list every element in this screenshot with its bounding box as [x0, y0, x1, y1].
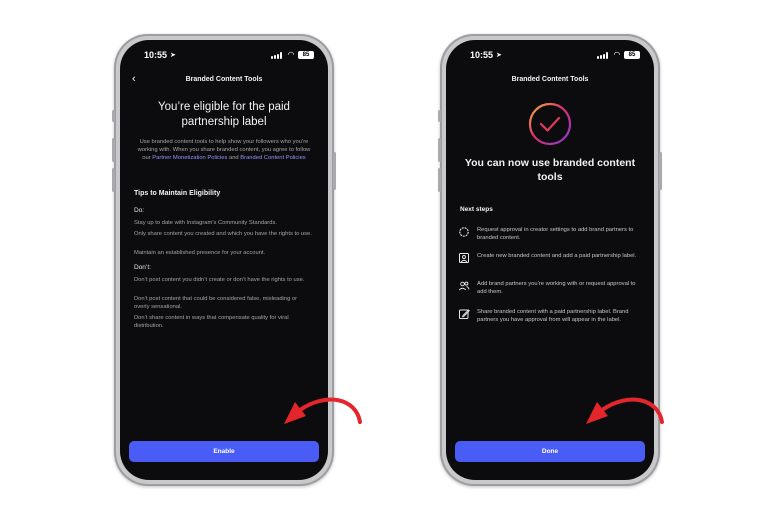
wifi-icon: ◠ [287, 50, 294, 59]
success-check-icon [528, 102, 572, 146]
dont-item: Don’t post content you didn’t create or … [134, 277, 305, 283]
status-bar: 10:55 ➤ ◠ 85 [120, 50, 328, 64]
people-icon [458, 281, 470, 291]
do-item: Stay up to date with Instagram’s Communi… [134, 220, 277, 226]
done-button[interactable]: Done [455, 441, 645, 462]
enable-button[interactable]: Enable [129, 441, 319, 462]
cellular-signal-icon [597, 52, 608, 59]
nav-title: Branded Content Tools [185, 76, 263, 83]
do-item: Maintain an established presence for you… [134, 250, 266, 256]
cellular-signal-icon [271, 52, 282, 59]
badge-icon [459, 227, 469, 237]
do-label: Do: [134, 207, 145, 214]
clock: 10:55 [144, 50, 168, 60]
image-post-icon [459, 253, 469, 263]
nav-title: Branded Content Tools [511, 76, 589, 83]
partner-monetization-policies-link[interactable]: Partner Monetization Policies [152, 155, 227, 161]
wifi-icon: ◠ [613, 50, 620, 59]
success-heading: You can now use branded content tools [464, 157, 636, 183]
do-item: Only share content you created and which… [134, 231, 312, 237]
eligibility-heading: You’re eligible for the paid partnership… [158, 101, 290, 128]
intro-text: Use branded content tools to help show y… [137, 139, 311, 162]
next-steps-title: Next steps [460, 206, 493, 213]
right-red-arrow-icon [586, 397, 664, 424]
dont-item: Don’t post content that could be conside… [134, 296, 298, 310]
edit-icon [459, 309, 470, 319]
clock: 10:55 [470, 50, 494, 60]
location-arrow-icon: ➤ [170, 52, 176, 59]
left-red-arrow-icon [284, 397, 362, 424]
location-arrow-icon: ➤ [496, 52, 502, 59]
dont-item: Don’t share content in ways that compens… [134, 315, 289, 329]
battery-icon: 85 [298, 51, 314, 59]
branded-content-policies-link[interactable]: Branded Content Policies [240, 155, 305, 161]
dont-label: Don’t: [134, 264, 151, 271]
status-bar: 10:55 ➤ ◠ 85 [446, 50, 654, 64]
tips-title: Tips to Maintain Eligibility [134, 190, 221, 197]
comparison-stage: 10:55 ➤ ◠ 85 ‹ Branded Content Tools You… [0, 0, 780, 520]
battery-icon: 85 [624, 51, 640, 59]
